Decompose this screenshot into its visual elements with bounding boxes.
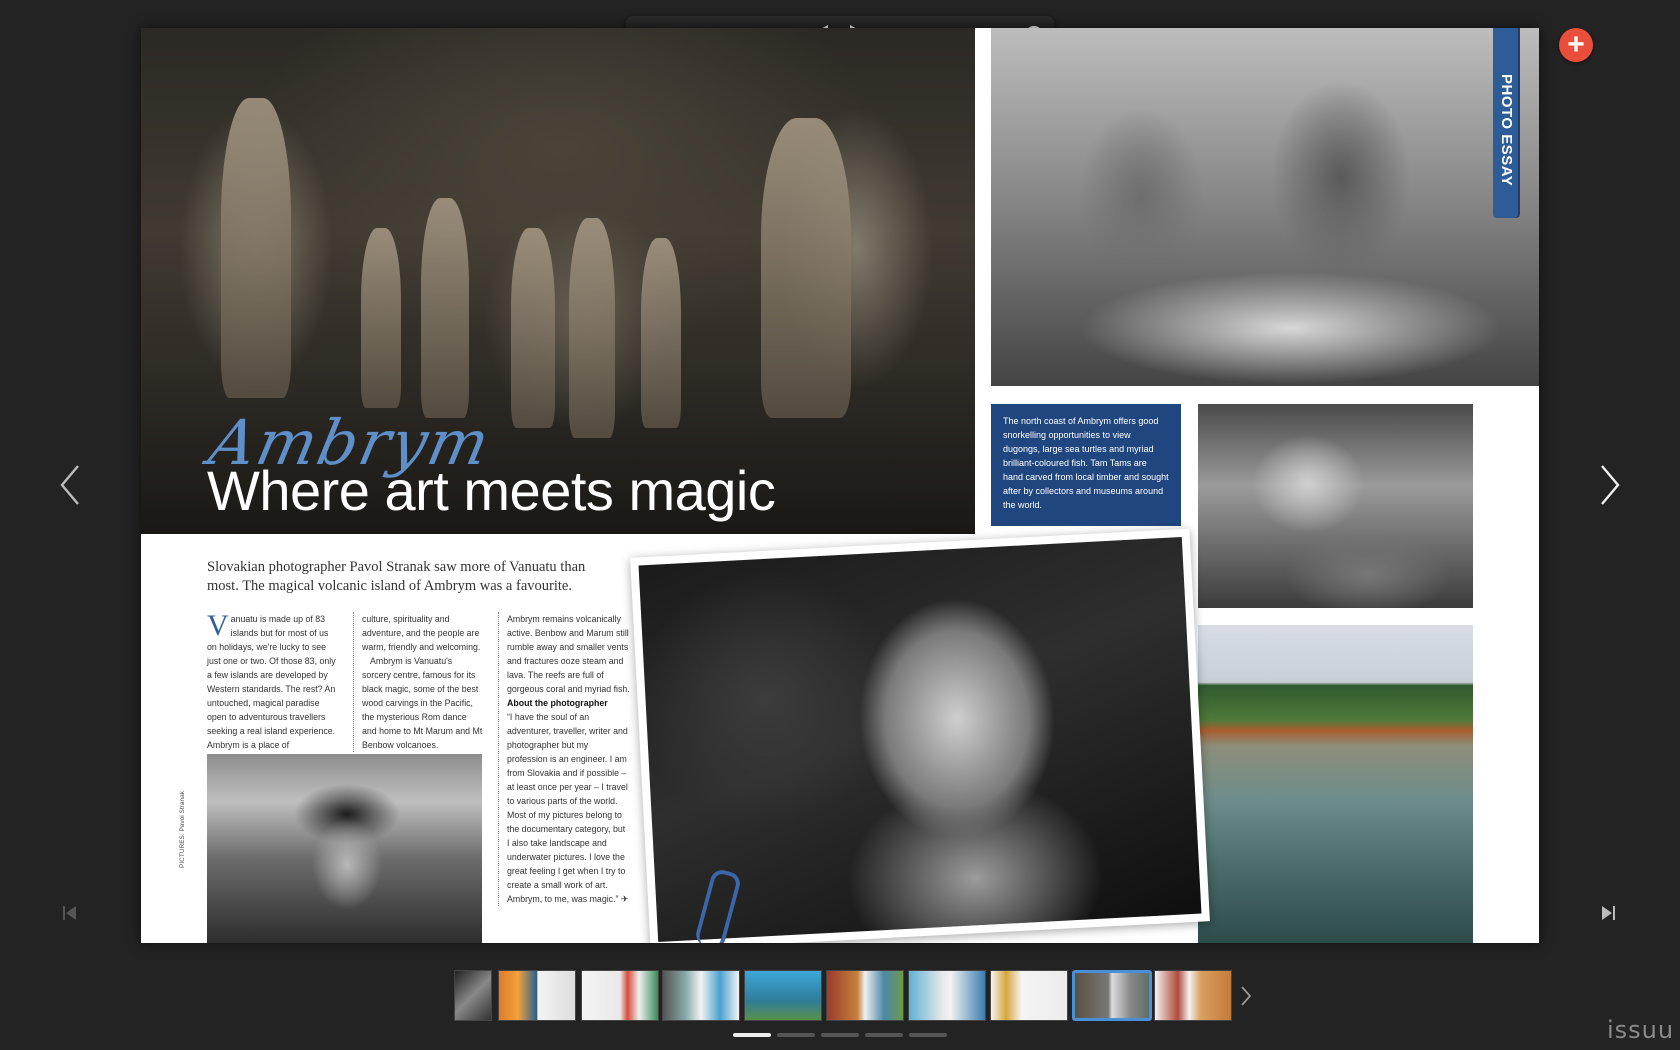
column-3-paragraph-2: “I have the soul of an adventurer, trave… [507, 712, 629, 904]
previous-page-arrow[interactable] [56, 462, 84, 508]
column-3-paragraph-1: Ambrym remains volcanically active. Benb… [507, 614, 630, 694]
column-2-paragraph-2: Ambrym is Vanuatu's sorcery centre, famo… [362, 656, 483, 750]
section-tab: PHOTO ESSAY [1493, 28, 1518, 218]
next-page-arrow[interactable] [1596, 462, 1624, 508]
thumbnail-page[interactable] [454, 970, 492, 1021]
thumbnail-page[interactable] [662, 970, 740, 1021]
pager-dot[interactable] [777, 1033, 815, 1037]
column-2-paragraph-1: culture, spirituality and adventure, and… [362, 614, 481, 652]
pager-dot[interactable] [909, 1033, 947, 1037]
thumbnail-page[interactable] [908, 970, 986, 1021]
pager-dot[interactable] [865, 1033, 903, 1037]
pager-dot[interactable] [733, 1033, 771, 1037]
magazine-spread: Ambrym Where art meets magic Slovakian p… [141, 28, 1539, 943]
thumbnail-page[interactable] [744, 970, 822, 1021]
article-headline: Where art meets magic [207, 459, 776, 522]
first-page-icon[interactable] [62, 904, 78, 922]
add-button[interactable]: + [1559, 28, 1593, 62]
thumbnail-page-current[interactable] [1072, 970, 1152, 1021]
thumbnail-page[interactable] [581, 970, 659, 1021]
article-column-2: culture, spirituality and adventure, and… [353, 612, 483, 752]
thumbnail-page[interactable] [826, 970, 904, 1021]
article-column-3: Ambrym remains volcanically active. Benb… [498, 612, 630, 906]
coast-photo [1198, 625, 1473, 943]
article-intro: Slovakian photographer Pavol Stranak saw… [207, 559, 586, 594]
article-column-1: Vanuatu is made up of 83 islands but for… [207, 609, 338, 752]
carving-photo [1198, 404, 1473, 608]
thumbnail-page[interactable] [990, 970, 1068, 1021]
drop-cap: V [207, 609, 229, 642]
issuu-logo: issuu [1607, 1016, 1675, 1044]
column-3-heading: About the photographer [507, 698, 608, 708]
section-tab-label: PHOTO ESSAY [1498, 74, 1515, 187]
thumbnails-next-icon[interactable] [1238, 984, 1254, 1008]
photographer-portrait [207, 754, 482, 943]
carvers-photo [991, 28, 1539, 386]
last-page-icon[interactable] [1600, 904, 1616, 922]
thumbnail-page[interactable] [498, 970, 576, 1021]
thumbnail-page[interactable] [1154, 970, 1232, 1021]
photo-credit: PICTURES: Pavol Stranak [179, 791, 186, 868]
pager-dot[interactable] [821, 1033, 859, 1037]
photo-caption: The north coast of Ambrym offers good sn… [991, 404, 1181, 526]
